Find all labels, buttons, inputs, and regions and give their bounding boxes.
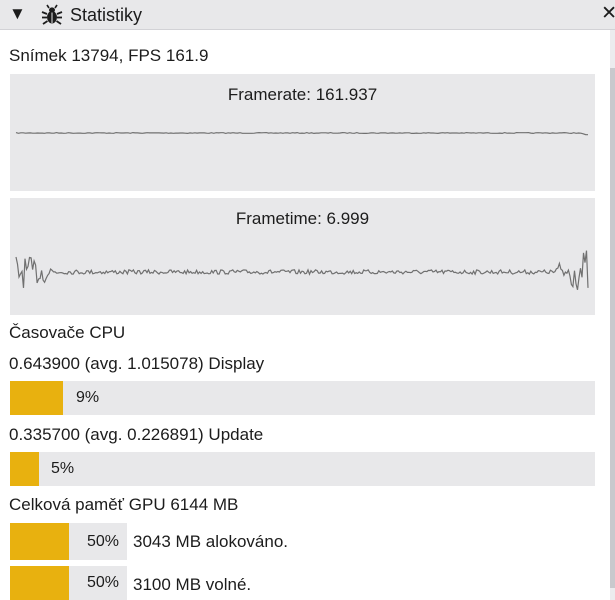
gpu-memory-allocated-bar: 50% xyxy=(10,523,127,560)
bug-icon xyxy=(41,4,63,25)
frame-info: Snímek 13794, FPS 161.9 xyxy=(9,46,209,65)
statistics-panel: ▼ Statistiky ✕ Snímek 13794, FPS 161.9 F… xyxy=(0,0,615,600)
panel-title: Statistiky xyxy=(70,5,143,25)
gpu-memory-free-label: 3100 MB volné. xyxy=(133,575,252,594)
gpu-memory-allocated-percent: 50% xyxy=(86,533,119,550)
framerate-graph: Framerate: 161.937 xyxy=(10,74,595,191)
vertical-scrollbar[interactable] xyxy=(610,30,615,600)
frametime-series-line xyxy=(15,250,589,290)
close-icon[interactable]: ✕ xyxy=(601,2,615,26)
cpu-timer-display-bar: 9% xyxy=(10,381,595,415)
gpu-memory-allocated-label: 3043 MB alokováno. xyxy=(133,532,288,551)
panel-title-bar[interactable]: ▼ Statistiky ✕ xyxy=(0,0,615,30)
cpu-timer-display-fill xyxy=(10,381,63,415)
framerate-plot xyxy=(15,131,589,136)
cpu-timer-update-percent: 5% xyxy=(51,460,75,477)
cpu-timer-display-percent: 9% xyxy=(76,389,100,406)
gpu-memory-heading: Celková paměť GPU 6144 MB xyxy=(9,495,239,514)
gpu-memory-free-fill xyxy=(10,566,69,600)
frametime-plot xyxy=(15,250,589,290)
frametime-graph: Frametime: 6.999 xyxy=(10,198,595,315)
cpu-timer-update-label: 0.335700 (avg. 0.226891) Update xyxy=(9,425,264,444)
cpu-timer-update-bar: 5% xyxy=(10,452,595,486)
gpu-memory-free-percent: 50% xyxy=(86,574,119,591)
gpu-memory-free-bar: 50% xyxy=(10,566,127,600)
framerate-series-line xyxy=(15,131,589,136)
collapse-triangle-icon[interactable]: ▼ xyxy=(9,3,26,25)
cpu-timer-update-fill xyxy=(10,452,40,486)
gpu-memory-allocated-fill xyxy=(10,523,69,560)
cpu-timer-display-label: 0.643900 (avg. 1.015078) Display xyxy=(9,354,265,373)
cpu-timers-heading: Časovače CPU xyxy=(9,323,126,342)
scrollbar-thumb[interactable] xyxy=(610,68,615,588)
